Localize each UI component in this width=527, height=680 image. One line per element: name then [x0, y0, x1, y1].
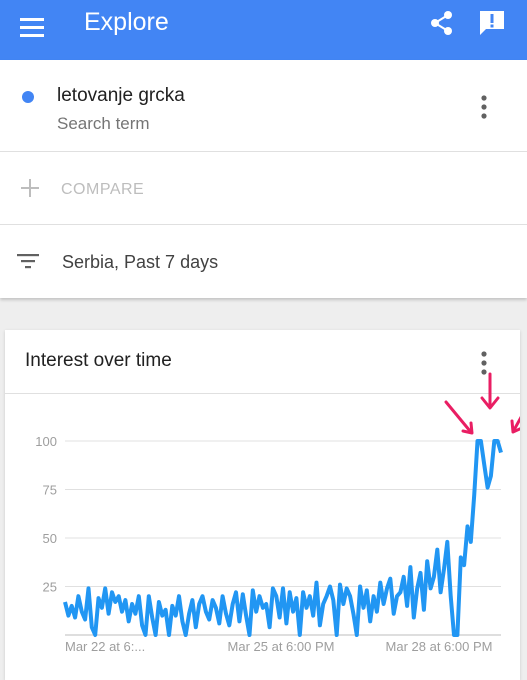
compare-button[interactable]: COMPARE: [0, 152, 527, 224]
more-vert-icon[interactable]: [473, 94, 495, 120]
hamburger-menu-icon[interactable]: [18, 13, 48, 43]
feedback-icon[interactable]: [478, 9, 506, 37]
compare-label: COMPARE: [61, 181, 145, 198]
plus-icon: [21, 179, 39, 197]
x-tick-label: Mar 22 at 6:...: [65, 639, 145, 654]
y-tick-label: 75: [43, 483, 57, 498]
search-card: letovanje grcka Search term COMPARE Serb…: [0, 60, 527, 298]
annotation-arrow: [444, 400, 472, 433]
share-icon[interactable]: [428, 9, 456, 37]
term-color-dot: [22, 91, 34, 103]
x-tick-label: Mar 25 at 6:00 PM: [228, 639, 335, 654]
x-tick-label: Mar 28 at 6:00 PM: [386, 639, 493, 654]
search-term-row[interactable]: letovanje grcka Search term: [0, 60, 527, 151]
annotation-arrow: [512, 415, 520, 432]
app-bar: Explore: [0, 0, 527, 60]
filter-row[interactable]: Serbia, Past 7 days: [0, 225, 527, 297]
search-term-subtitle: Search term: [57, 114, 150, 133]
y-tick-label: 25: [43, 580, 57, 595]
y-tick-label: 100: [35, 434, 57, 449]
filter-icon: [17, 254, 39, 269]
page-title: Explore: [84, 8, 169, 36]
interest-line-chart: 25 50 75 100 Mar 22 at 6:... Mar 25 at 6:00 P…: [35, 372, 520, 654]
filter-label: Serbia, Past 7 days: [62, 252, 219, 272]
y-tick-label: 50: [43, 531, 57, 546]
search-term-text: letovanje grcka: [57, 85, 185, 106]
interest-over-time-card: Interest over time 25 50 75 100 Mar 22 at 6:…: [5, 330, 520, 680]
